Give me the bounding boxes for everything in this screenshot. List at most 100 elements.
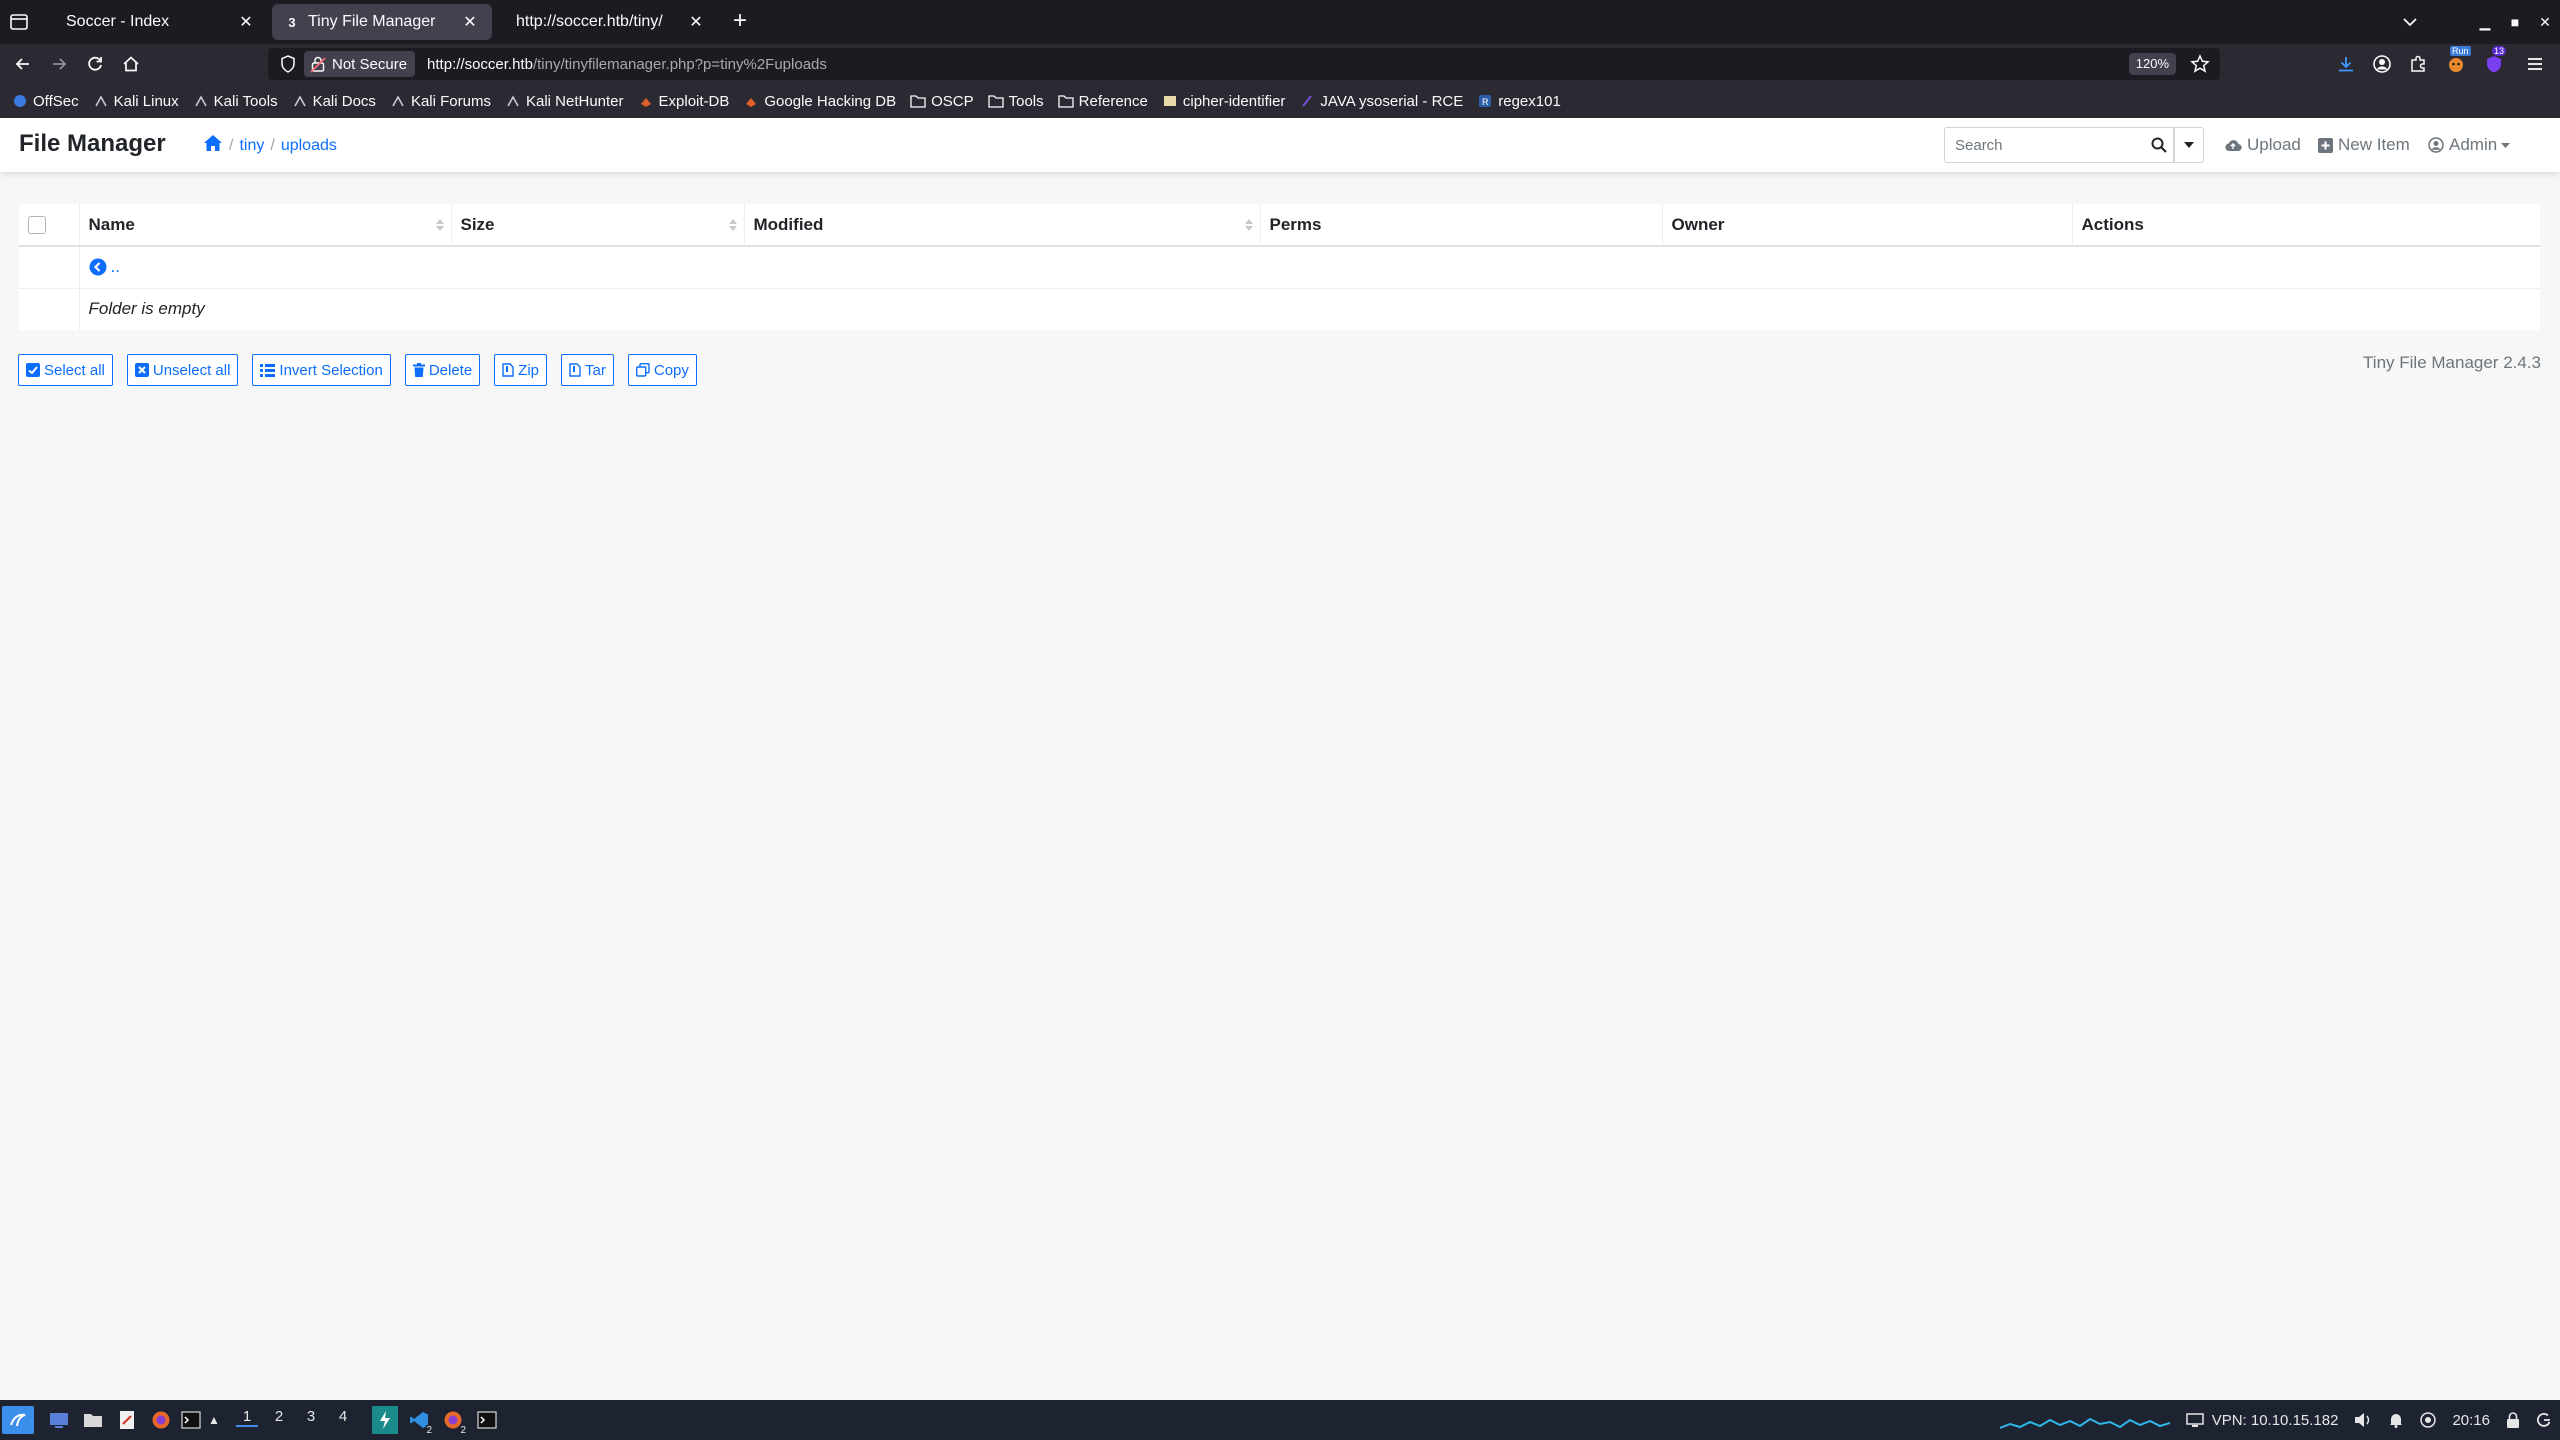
url-text[interactable]: http://soccer.htb/tiny/tinyfilemanager.p…	[427, 56, 827, 73]
logout-icon[interactable]	[2536, 1412, 2552, 1428]
forward-arrow-icon[interactable]	[47, 52, 71, 76]
close-icon[interactable]: ✕	[460, 12, 480, 32]
bookmark-google-hacking-db[interactable]: Google Hacking DB	[743, 93, 896, 110]
bookmark-reference[interactable]: Reference	[1058, 93, 1148, 110]
download-icon[interactable]	[2334, 52, 2358, 76]
zoom-level[interactable]: 120%	[2128, 53, 2176, 75]
select-all-checkbox[interactable]	[28, 216, 46, 235]
clock[interactable]: 20:16	[2452, 1412, 2490, 1429]
select-all-button[interactable]: Select all	[18, 354, 113, 386]
shield-extension-icon[interactable]: 13	[2482, 46, 2507, 76]
svg-text:R: R	[1482, 97, 1489, 107]
shield-icon[interactable]	[278, 54, 298, 74]
upload-link[interactable]: Upload	[2224, 135, 2301, 155]
vpn-indicator[interactable]: VPN: 10.10.15.182	[2185, 1412, 2338, 1429]
column-header-name[interactable]: Name	[79, 204, 452, 247]
bookmark-kali-tools[interactable]: Kali Tools	[193, 93, 278, 110]
kali-menu-icon[interactable]	[2, 1406, 34, 1434]
workspace-3[interactable]: 3	[300, 1408, 322, 1425]
burp-icon[interactable]	[372, 1406, 398, 1434]
bookmark-java-ysoserial[interactable]: JAVA ysoserial - RCE	[1299, 93, 1463, 110]
back-arrow-icon[interactable]	[11, 52, 35, 76]
text-editor-icon[interactable]	[114, 1406, 140, 1434]
tab-tiny-file-manager[interactable]: 3 Tiny File Manager ✕	[272, 4, 492, 40]
home-icon[interactable]	[119, 52, 143, 76]
delete-button[interactable]: Delete	[404, 354, 481, 386]
column-header-modified[interactable]: Modified	[744, 204, 1261, 247]
workspace-4[interactable]: 4	[332, 1408, 354, 1425]
file-manager-icon[interactable]	[80, 1406, 106, 1434]
home-icon[interactable]	[203, 134, 223, 157]
exploit-db-icon	[743, 93, 759, 109]
search-input[interactable]	[1944, 127, 2144, 163]
bookmark-label: Kali Tools	[213, 92, 278, 110]
parent-dir-link[interactable]: ..	[89, 257, 2532, 277]
security-indicator[interactable]: Not Secure	[304, 51, 416, 77]
bookmark-cipher-identifier[interactable]: cipher-identifier	[1162, 93, 1285, 110]
firefox-icon[interactable]	[148, 1406, 174, 1434]
desktop-icon[interactable]	[46, 1406, 72, 1434]
bookmark-exploit-db[interactable]: Exploit-DB	[638, 93, 729, 110]
unselect-all-button[interactable]: Unselect all	[126, 354, 239, 386]
fox-extension-icon[interactable]: Run	[2444, 46, 2471, 76]
breadcrumb-uploads[interactable]: uploads	[281, 137, 337, 155]
version-label: Tiny File Manager 2.4.3	[2363, 353, 2541, 372]
extensions-puzzle-icon[interactable]	[2406, 52, 2430, 76]
tab-list-icon[interactable]	[8, 11, 30, 33]
workspace-2[interactable]: 2	[268, 1408, 290, 1425]
reload-icon[interactable]	[83, 52, 107, 76]
chevron-down-icon[interactable]	[2398, 10, 2422, 34]
new-item-link[interactable]: New Item	[2318, 135, 2410, 155]
minimize-icon[interactable]: ▁	[2470, 14, 2500, 31]
volume-icon[interactable]	[2354, 1412, 2372, 1428]
lock-icon[interactable]	[2506, 1412, 2520, 1428]
account-icon[interactable]	[2370, 52, 2394, 76]
menu-hamburger-icon[interactable]	[2523, 52, 2547, 76]
close-icon[interactable]: ✕	[686, 12, 706, 32]
bookmark-star-icon[interactable]	[2190, 54, 2210, 74]
maximize-icon[interactable]: ■	[2500, 14, 2530, 30]
invert-selection-button[interactable]: Invert Selection	[252, 354, 391, 386]
terminal-window-icon[interactable]	[474, 1406, 500, 1434]
tab-soccer-index[interactable]: Soccer - Index ✕	[42, 4, 268, 40]
bookmark-offsec[interactable]: OffSec	[12, 93, 79, 110]
chevron-circle-left-icon	[89, 258, 106, 276]
breadcrumb-tiny[interactable]: tiny	[239, 137, 264, 155]
terminal-icon[interactable]	[178, 1406, 204, 1434]
power-manager-icon[interactable]	[2420, 1412, 2437, 1428]
bookmark-kali-linux[interactable]: Kali Linux	[93, 93, 179, 110]
parent-dir-label: ..	[110, 257, 120, 277]
workspace-1[interactable]: 1	[236, 1408, 258, 1427]
url-bar[interactable]: Not Secure http://soccer.htb/tiny/tinyfi…	[268, 48, 2220, 80]
new-tab-button[interactable]: +	[728, 9, 752, 34]
tab-soccer-tiny[interactable]: http://soccer.htb/tiny/ ✕	[496, 4, 718, 40]
bookmark-label: OffSec	[33, 92, 79, 110]
bookmark-kali-docs[interactable]: Kali Docs	[292, 93, 376, 110]
bookmark-kali-forums[interactable]: Kali Forums	[390, 93, 491, 110]
close-icon[interactable]: ✕	[236, 12, 256, 32]
column-label: Name	[88, 214, 135, 234]
bulk-actions: Select all Unselect all Invert Selection…	[18, 354, 711, 386]
search-icon[interactable]	[2144, 127, 2174, 163]
browser-tab-bar: Soccer - Index ✕ 3 Tiny File Manager ✕ h…	[0, 0, 2560, 44]
bookmark-regex101[interactable]: Rregex101	[1477, 93, 1561, 110]
app-brand[interactable]: File Manager	[19, 130, 166, 158]
copy-button[interactable]: Copy	[627, 354, 697, 386]
row-checkbox-cell	[19, 287, 80, 330]
close-window-icon[interactable]: ✕	[2530, 14, 2560, 31]
bookmark-oscp[interactable]: OSCP	[910, 93, 974, 110]
chevron-up-icon[interactable]: ▲	[206, 1406, 222, 1434]
bookmark-tools[interactable]: Tools	[987, 93, 1044, 110]
vscode-icon[interactable]: 2	[406, 1406, 432, 1436]
admin-menu[interactable]: Admin	[2428, 135, 2515, 155]
caret-down-icon[interactable]	[2174, 127, 2204, 163]
kali-dragon-icon	[292, 93, 308, 109]
column-header-size[interactable]: Size	[451, 204, 745, 247]
bookmark-kali-nethunter[interactable]: Kali NetHunter	[505, 93, 624, 110]
tar-button[interactable]: Tar	[561, 354, 614, 386]
notification-bell-icon[interactable]	[2388, 1412, 2404, 1428]
offsec-icon	[12, 93, 28, 109]
zip-button[interactable]: Zip	[494, 354, 548, 386]
firefox-window-icon[interactable]: 2	[440, 1406, 466, 1436]
exploit-db-icon	[638, 93, 654, 109]
